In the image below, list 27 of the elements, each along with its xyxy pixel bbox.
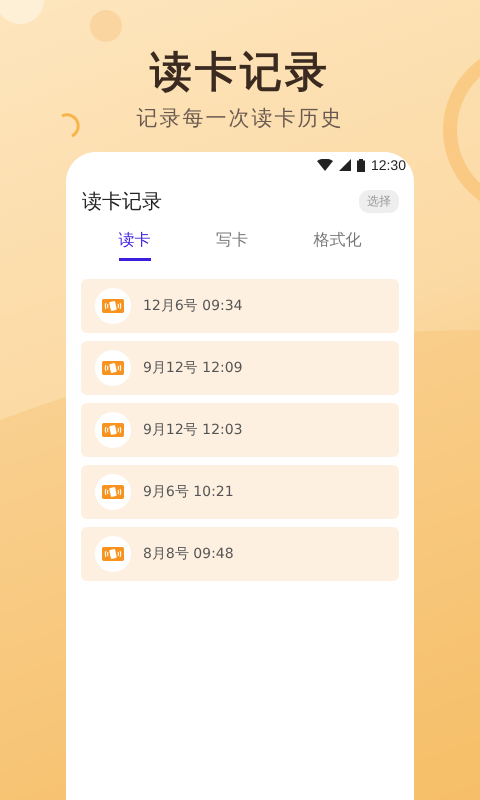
tab[interactable]: 写卡 bbox=[216, 229, 248, 261]
page-title: 读卡记录 bbox=[150, 46, 330, 98]
record-item[interactable]: 9月12号 12:09 bbox=[81, 341, 399, 395]
signal-icon bbox=[338, 159, 351, 171]
card-reader-icon bbox=[102, 485, 124, 499]
card-reader-icon bbox=[102, 361, 124, 375]
record-item[interactable]: 9月12号 12:03 bbox=[81, 403, 399, 457]
decor-circle bbox=[90, 10, 122, 42]
record-item[interactable]: 9月6号 10:21 bbox=[81, 465, 399, 519]
card-reader-icon bbox=[102, 299, 124, 313]
tab[interactable]: 读卡 bbox=[118, 229, 151, 261]
record-time: 9月12号 12:03 bbox=[143, 421, 243, 439]
decor-arc bbox=[61, 113, 80, 138]
record-item[interactable]: 12月6号 09:34 bbox=[81, 279, 399, 333]
record-item[interactable]: 8月8号 09:48 bbox=[81, 527, 399, 581]
record-time: 9月6号 10:21 bbox=[143, 483, 234, 501]
tab[interactable]: 格式化 bbox=[313, 229, 362, 261]
page-subtitle: 记录每一次读卡历史 bbox=[136, 105, 344, 132]
record-time: 9月12号 12:09 bbox=[143, 359, 243, 377]
record-time: 12月6号 09:34 bbox=[143, 297, 243, 315]
record-time: 8月8号 09:48 bbox=[143, 545, 234, 563]
status-time: 12:30 bbox=[370, 157, 406, 173]
battery-icon bbox=[356, 158, 365, 172]
card-reader-icon bbox=[102, 423, 124, 437]
card-reader-icon bbox=[102, 547, 124, 561]
screen-title: 读卡记录 bbox=[82, 188, 162, 215]
wifi-icon bbox=[316, 159, 333, 171]
